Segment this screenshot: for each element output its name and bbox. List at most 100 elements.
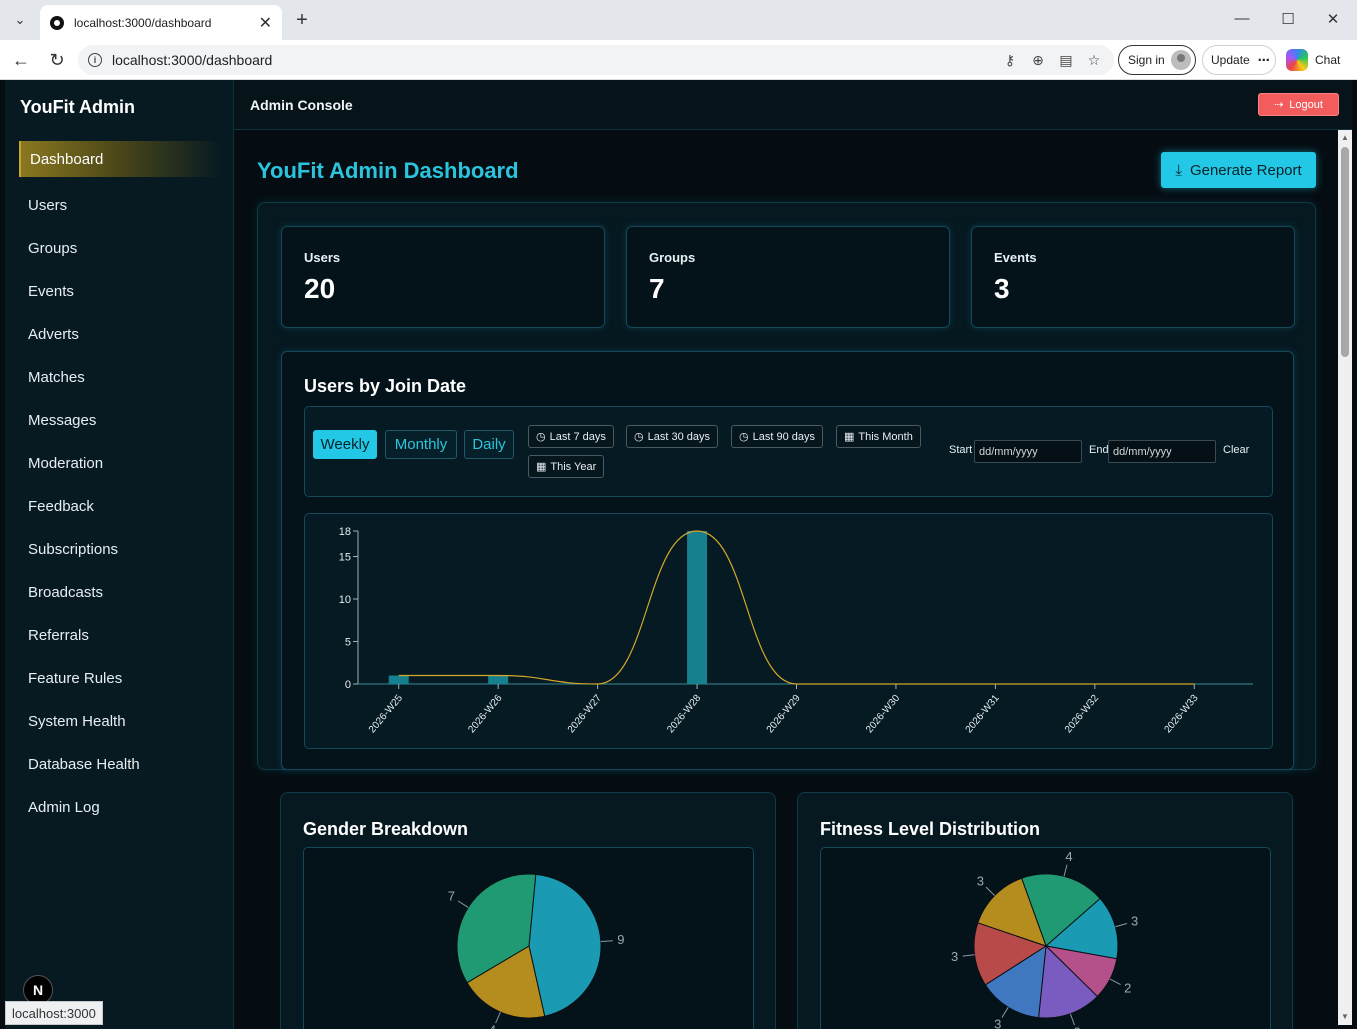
app-root: YouFit Admin Dashboard Users Groups Events A… (0, 80, 1357, 1029)
start-label: Start (949, 444, 973, 456)
sidebar-item-moderation[interactable]: Moderation (19, 442, 221, 485)
last-30-days-button[interactable]: ◷ Last 30 days (626, 425, 718, 448)
monthly-button[interactable]: Monthly (385, 430, 457, 459)
sign-in-button[interactable]: Sign in (1118, 45, 1196, 75)
this-year-button[interactable]: ▦ This Year (528, 455, 605, 478)
pie-value-label: 7 (448, 889, 455, 904)
pie-label-line (1069, 1013, 1075, 1026)
sidebar-item-events[interactable]: Events (19, 270, 221, 313)
minimize-icon[interactable]: — (1232, 10, 1252, 27)
info-icon[interactable]: i (88, 53, 102, 67)
range-label: Last 7 days (549, 430, 606, 443)
generate-report-label: Generate Report (1189, 161, 1302, 179)
x-tick-label: 2026-W30 (864, 693, 902, 736)
sidebar-item-subscriptions[interactable]: Subscriptions (19, 528, 221, 571)
stat-card-events: Events 3 (971, 226, 1295, 328)
key-icon[interactable]: ⚷ (1002, 52, 1018, 68)
sidebar-item-system-health[interactable]: System Health (19, 700, 221, 743)
daily-button[interactable]: Daily (464, 430, 514, 459)
join-chart-plot: 0 5 10 15 18 2026-W25 2026-W26 2026-W27 2026-W28… (304, 513, 1273, 749)
this-month-button[interactable]: ▦ This Month (836, 425, 921, 448)
reading-mode-icon[interactable]: ▤ (1058, 52, 1074, 68)
page-scrollbar[interactable]: ▲ ▼ (1338, 130, 1352, 1025)
scroll-up-icon[interactable]: ▲ (1341, 133, 1349, 142)
back-icon[interactable]: ← (10, 49, 32, 71)
join-date-chart: 0 5 10 15 18 2026-W25 2026-W26 2026-W27 2026-W28… (339, 526, 1253, 736)
x-tick-label: 2026-W32 (1063, 693, 1101, 736)
range-label: This Month (858, 430, 913, 443)
browser-tab[interactable]: localhost:3000/dashboard ✕ (40, 5, 282, 40)
trend-line (398, 530, 1195, 685)
calendar-icon: ▦ (844, 431, 855, 443)
bar[interactable] (687, 531, 708, 684)
maximize-icon[interactable]: ☐ (1278, 10, 1298, 28)
sidebar-item-database-health[interactable]: Database Health (19, 743, 221, 786)
pie-value-label: 2 (1124, 980, 1131, 995)
sidebar-item-feedback[interactable]: Feedback (19, 485, 221, 528)
update-label: Update (1211, 53, 1250, 67)
url-text[interactable]: localhost:3000/dashboard (112, 52, 1002, 68)
close-tab-icon[interactable]: ✕ (259, 13, 272, 33)
chat-button[interactable]: Chat (1286, 45, 1350, 75)
stat-card-users: Users 20 (281, 226, 605, 328)
new-tab-icon[interactable]: + (290, 8, 314, 32)
dashboard-panel: Users 20 Groups 7 Events 3 Users by Join… (257, 202, 1316, 770)
clock-icon: ◷ (536, 431, 546, 443)
stat-value: 20 (304, 273, 336, 304)
scroll-thumb[interactable] (1341, 147, 1349, 357)
generate-report-button[interactable]: ⤓ Generate Report (1161, 152, 1316, 188)
close-window-icon[interactable]: ✕ (1323, 10, 1343, 28)
chart-title: Users by Join Date (304, 376, 467, 396)
sidebar-item-users[interactable]: Users (19, 184, 221, 227)
sidebar-item-admin-log[interactable]: Admin Log (19, 786, 221, 829)
sidebar-item-referrals[interactable]: Referrals (19, 614, 221, 657)
gender-breakdown-card: Gender Breakdown 9 4 7 (280, 792, 776, 1029)
zoom-icon[interactable]: ⊕ (1030, 52, 1046, 68)
last-90-days-button[interactable]: ◷ Last 90 days (731, 425, 823, 448)
pie-label-line (1115, 923, 1128, 928)
stat-card-groups: Groups 7 (626, 226, 950, 328)
pie-label-line (962, 954, 975, 957)
logout-button[interactable]: ⇢ Logout (1258, 93, 1339, 116)
users-by-join-date-card: Users by Join Date Weekly Monthly Daily … (281, 351, 1294, 770)
start-date-input[interactable] (974, 440, 1082, 463)
logout-label: Logout (1289, 98, 1323, 111)
end-date-input[interactable] (1108, 440, 1216, 463)
bar[interactable] (488, 675, 509, 685)
sidebar-nav: Dashboard Users Groups Events Adverts Matches… (19, 141, 221, 829)
weekly-button[interactable]: Weekly (313, 430, 377, 459)
clear-button[interactable]: Clear (1223, 444, 1249, 456)
stat-label: Users (304, 250, 341, 265)
bar[interactable] (388, 675, 409, 685)
sidebar-item-adverts[interactable]: Adverts (19, 313, 221, 356)
sidebar-item-broadcasts[interactable]: Broadcasts (19, 571, 221, 614)
tab-search-icon[interactable]: ⌄ (6, 6, 34, 34)
pie-value-label: 4 (489, 1022, 496, 1029)
x-tick-label: 2026-W25 (367, 693, 405, 736)
fitness-pie-chart: 4 3 2 3 3 3 3 (951, 849, 1138, 1029)
pie-label-line (495, 1011, 501, 1024)
sidebar-item-dashboard[interactable]: Dashboard (19, 141, 221, 177)
calendar-icon: ▦ (536, 461, 547, 473)
pie-label-line (1001, 1007, 1009, 1018)
fitness-title: Fitness Level Distribution (820, 819, 1041, 839)
gender-pie-chart: 9 4 7 (448, 873, 624, 1029)
end-label: End (1089, 444, 1109, 456)
url-box[interactable]: i localhost:3000/dashboard ⚷ ⊕ ▤ ☆ (78, 45, 1114, 75)
reload-icon[interactable]: ↻ (46, 49, 68, 71)
update-button[interactable]: Update ⋯ (1202, 45, 1276, 75)
y-tick-label: 18 (339, 526, 351, 538)
address-bar: ← ↻ i localhost:3000/dashboard ⚷ ⊕ ▤ ☆ S… (0, 40, 1357, 80)
pie-label-line (457, 900, 469, 908)
sidebar: YouFit Admin Dashboard Users Groups Events A… (5, 80, 234, 1029)
browser-tab-bar: ⌄ localhost:3000/dashboard ✕ + — ☐ ✕ (0, 0, 1357, 40)
sidebar-item-messages[interactable]: Messages (19, 399, 221, 442)
star-icon[interactable]: ☆ (1086, 52, 1102, 68)
last-7-days-button[interactable]: ◷ Last 7 days (528, 425, 614, 448)
sidebar-item-groups[interactable]: Groups (19, 227, 221, 270)
pie-label-line (600, 940, 613, 942)
x-tick-label: 2026-W33 (1162, 693, 1200, 736)
sidebar-item-feature-rules[interactable]: Feature Rules (19, 657, 221, 700)
sidebar-item-matches[interactable]: Matches (19, 356, 221, 399)
scroll-down-icon[interactable]: ▼ (1341, 1012, 1349, 1021)
